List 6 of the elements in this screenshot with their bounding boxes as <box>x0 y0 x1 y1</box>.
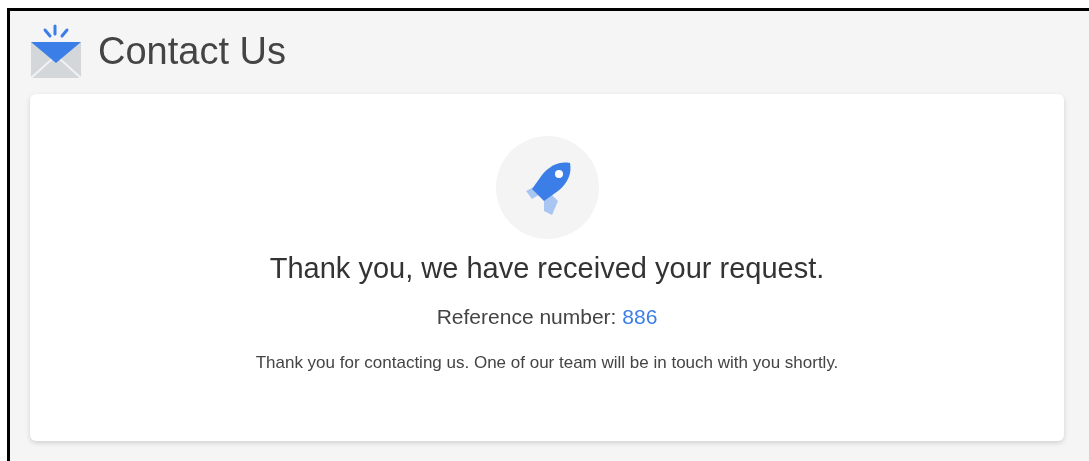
reference-number: 886 <box>622 304 658 328</box>
envelope-icon <box>30 23 82 78</box>
reference-label: Reference number: <box>436 304 617 328</box>
confirmation-heading: Thank you, we have received your request. <box>268 251 826 286</box>
page-title: Contact Us <box>98 31 286 70</box>
confirmation-message: Thank you for contacting us. One of our team will be in touch with you shortly. <box>254 352 840 374</box>
